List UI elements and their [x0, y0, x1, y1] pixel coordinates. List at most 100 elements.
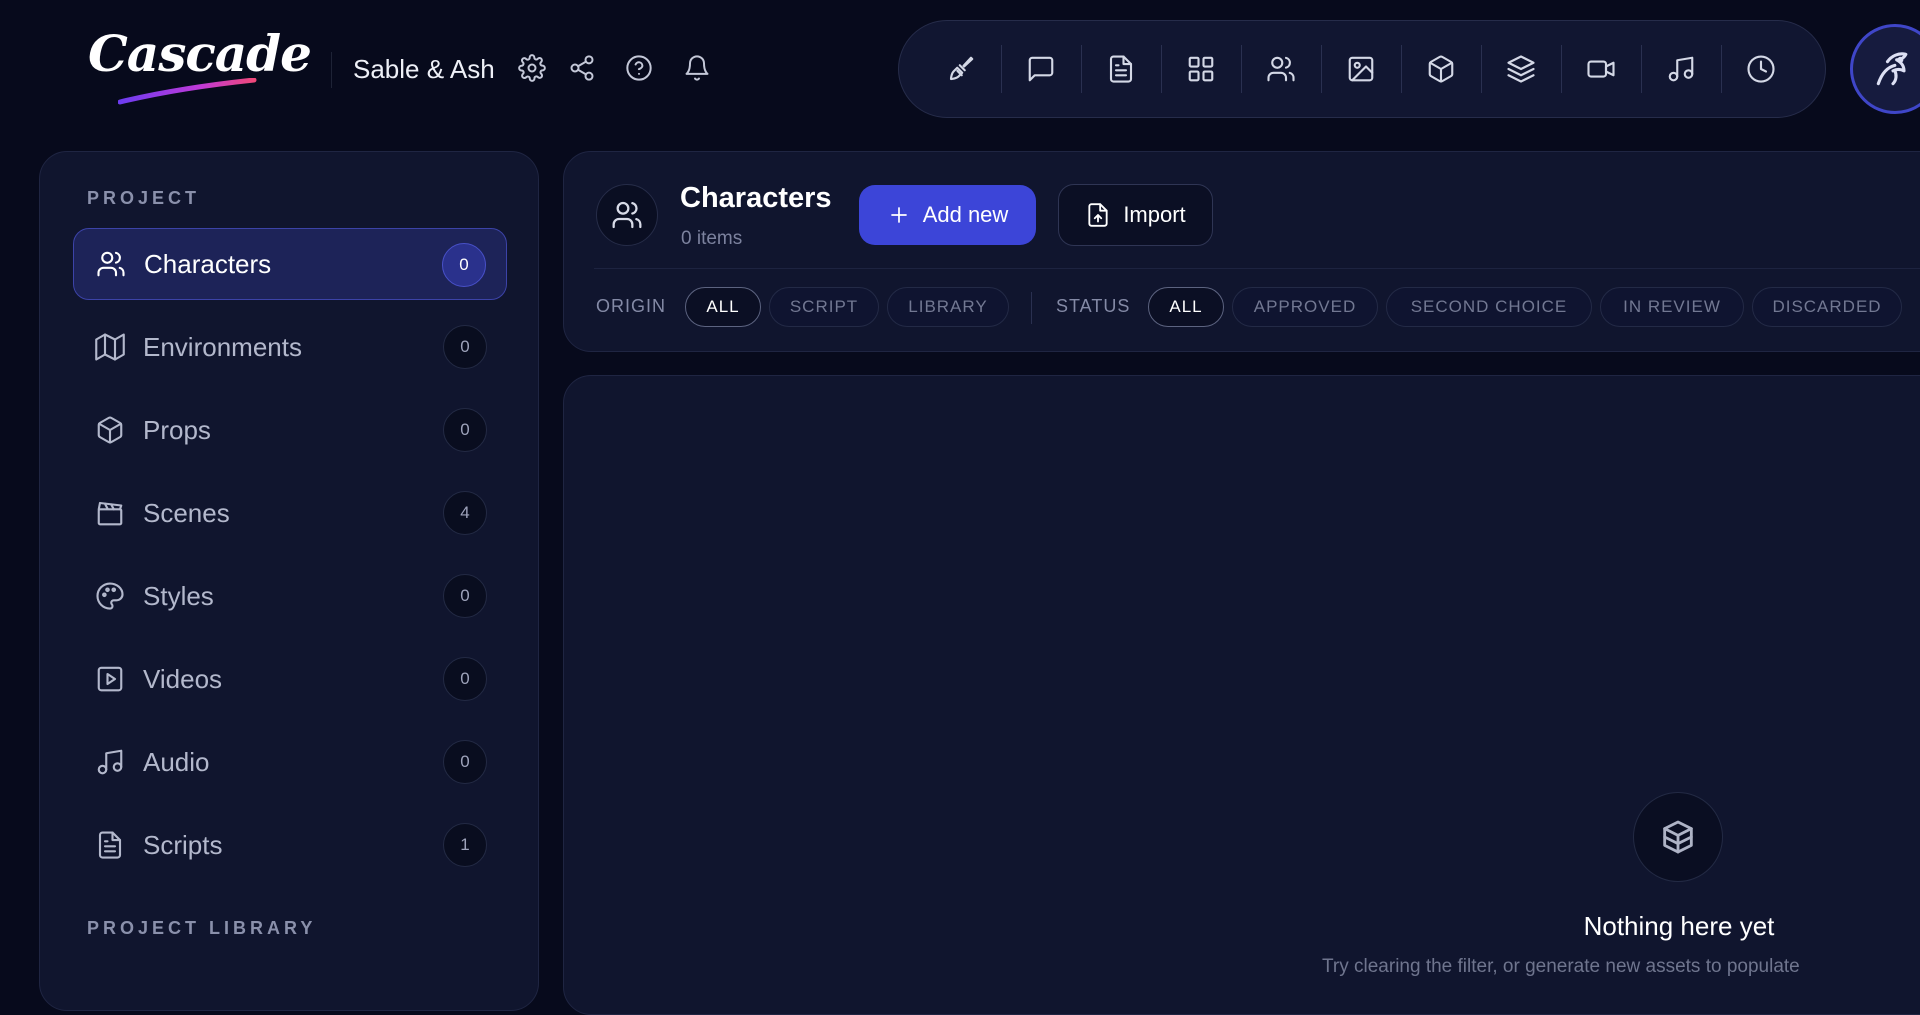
toolbar-users-button[interactable] — [1257, 45, 1305, 93]
sidebar-item-scripts[interactable]: Scripts 1 — [73, 809, 507, 881]
logo-swoosh — [118, 78, 257, 105]
sidebar-item-scenes[interactable]: Scenes 4 — [73, 477, 507, 549]
toolbar-separator — [1321, 45, 1322, 93]
bell-icon[interactable] — [683, 54, 711, 82]
plus-icon — [887, 203, 911, 227]
page-title: Characters — [680, 182, 832, 214]
count-badge: 4 — [443, 491, 487, 535]
toolbar-grid-button[interactable] — [1177, 45, 1225, 93]
header-divider — [594, 268, 1920, 269]
count-badge: 0 — [443, 740, 487, 784]
sidebar-item-styles[interactable]: Styles 0 — [73, 560, 507, 632]
document-icon — [1106, 54, 1136, 84]
project-sidebar: PROJECT Characters 0 Environments 0 Prop… — [39, 151, 539, 1011]
users-icon — [96, 249, 126, 279]
document-icon — [95, 830, 125, 860]
status-filter-label: STATUS — [1056, 296, 1131, 316]
import-label: Import — [1123, 202, 1186, 227]
toolbar-separator — [1081, 45, 1082, 93]
map-icon — [95, 332, 125, 362]
empty-state-subtitle: Try clearing the filter, or generate new… — [1322, 956, 1800, 977]
users-icon — [1266, 54, 1296, 84]
sidebar-item-audio[interactable]: Audio 0 — [73, 726, 507, 798]
origin-filter-label: ORIGIN — [596, 296, 667, 316]
clock-icon — [1746, 54, 1776, 84]
toolbar-image-button[interactable] — [1337, 45, 1385, 93]
toolbar-music-button[interactable] — [1657, 45, 1705, 93]
sidebar-item-label: Scenes — [143, 497, 230, 528]
cube-icon — [1426, 54, 1456, 84]
toolbar-document-button[interactable] — [1097, 45, 1145, 93]
count-badge: 0 — [443, 325, 487, 369]
origin-chip-library[interactable]: LIBRARY — [887, 287, 1009, 327]
sidebar-item-videos[interactable]: Videos 0 — [73, 643, 507, 715]
help-icon[interactable] — [625, 54, 653, 82]
dragon-avatar-icon — [1871, 47, 1915, 91]
toolbar-separator — [1001, 45, 1002, 93]
add-new-label: Add new — [922, 202, 1009, 227]
status-chip-in-review[interactable]: IN REVIEW — [1600, 287, 1744, 327]
toolbar-cube-button[interactable] — [1417, 45, 1465, 93]
toolbar-separator — [1481, 45, 1482, 93]
import-button[interactable]: Import — [1058, 184, 1213, 246]
section-icon-badge — [596, 184, 658, 246]
section-label-project-library: PROJECT LIBRARY — [87, 918, 317, 938]
layers-icon — [1506, 54, 1536, 84]
toolbar-layers-button[interactable] — [1497, 45, 1545, 93]
toolbar-clock-button[interactable] — [1737, 45, 1785, 93]
toolbar-video-button[interactable] — [1577, 45, 1625, 93]
count-badge: 1 — [443, 823, 487, 867]
count-badge: 0 — [443, 657, 487, 701]
toolbar-brush-button[interactable] — [937, 45, 985, 93]
count-badge: 0 — [443, 574, 487, 618]
sidebar-item-label: Audio — [143, 746, 210, 777]
sidebar-item-label: Scripts — [143, 829, 223, 860]
toolbar-separator — [1641, 45, 1642, 93]
status-chip-second-choice[interactable]: SECOND CHOICE — [1386, 287, 1592, 327]
toolbar-separator — [1401, 45, 1402, 93]
sidebar-item-props[interactable]: Props 0 — [73, 394, 507, 466]
count-badge: 0 — [442, 243, 486, 287]
sidebar-item-label: Props — [143, 414, 211, 445]
status-chip-all[interactable]: ALL — [1148, 287, 1224, 327]
music-icon — [1666, 54, 1696, 84]
play-square-icon — [95, 664, 125, 694]
sidebar-item-label: Characters — [144, 248, 272, 279]
palette-icon — [95, 581, 125, 611]
status-chip-discarded[interactable]: DISCARDED — [1752, 287, 1902, 327]
project-name[interactable]: Sable & Ash — [353, 54, 495, 85]
app-logo[interactable]: Cascade — [88, 24, 312, 83]
brush-icon — [946, 54, 976, 84]
count-badge: 0 — [443, 408, 487, 452]
toolbar-separator — [1161, 45, 1162, 93]
gear-icon[interactable] — [518, 54, 546, 82]
toolbar-separator — [1561, 45, 1562, 93]
box-stack-icon — [1658, 817, 1698, 857]
status-chip-approved[interactable]: APPROVED — [1232, 287, 1378, 327]
sidebar-item-label: Environments — [143, 331, 302, 362]
asset-grid-panel: Nothing here yet Try clearing the filter… — [563, 375, 1920, 1015]
toolbar-separator — [1721, 45, 1722, 93]
clapperboard-icon — [95, 498, 125, 528]
top-toolbar — [898, 20, 1826, 118]
user-avatar[interactable] — [1850, 24, 1920, 114]
add-new-button[interactable]: Add new — [859, 185, 1036, 245]
share-icon[interactable] — [568, 54, 596, 82]
origin-chip-all[interactable]: ALL — [685, 287, 761, 327]
image-icon — [1346, 54, 1376, 84]
empty-state-icon-badge — [1633, 792, 1723, 882]
users-icon — [611, 199, 643, 231]
chat-icon — [1026, 54, 1056, 84]
sidebar-item-characters[interactable]: Characters 0 — [73, 228, 507, 300]
origin-chip-script[interactable]: SCRIPT — [769, 287, 879, 327]
sidebar-item-environments[interactable]: Environments 0 — [73, 311, 507, 383]
sidebar-item-label: Styles — [143, 580, 214, 611]
sidebar-item-label: Videos — [143, 663, 223, 694]
filter-separator — [1031, 292, 1032, 324]
toolbar-chat-button[interactable] — [1017, 45, 1065, 93]
header-divider — [331, 52, 332, 88]
toolbar-separator — [1241, 45, 1242, 93]
file-upload-icon — [1085, 202, 1111, 228]
music-icon — [95, 747, 125, 777]
characters-header-panel: Characters 0 items Add new Import ORIGIN… — [563, 151, 1920, 352]
